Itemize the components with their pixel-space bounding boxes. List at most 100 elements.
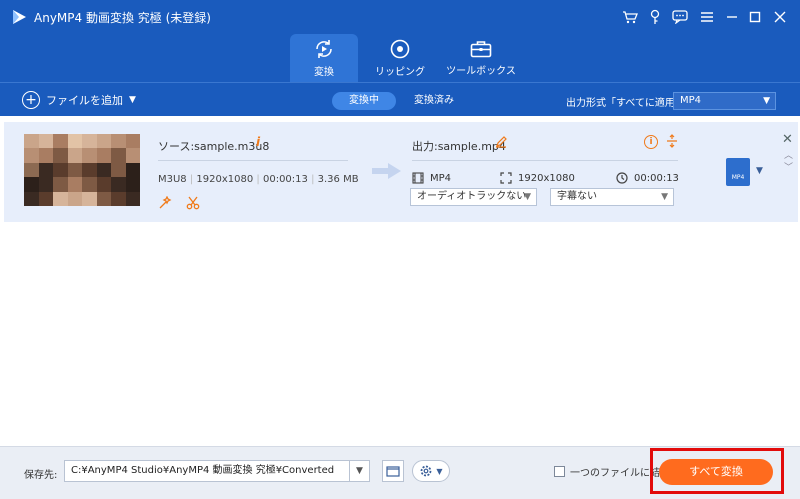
thumbnail-pixel [96,191,111,206]
maximize-icon[interactable] [745,7,765,27]
thumbnail-pixel [67,191,82,206]
thumbnail-pixel [38,177,53,192]
thumbnail-pixel [24,148,39,163]
edit-icon[interactable] [495,136,507,148]
thumbnail-pixel [24,162,39,178]
thumbnail-pixel [53,162,68,178]
thumbnail-pixel [125,177,140,192]
thumbnail-pixel [38,191,53,206]
chevron-down-icon[interactable]: ▼ [129,95,136,105]
output-format-label: 出力形式「すべてに適用」: [566,98,689,109]
thumbnail-pixel [111,134,126,149]
video-thumbnail[interactable] [24,134,140,206]
menu-icon[interactable] [697,7,717,27]
tab-converted[interactable]: 変換済み [404,92,464,110]
cart-icon[interactable] [620,7,640,27]
convert-all-button[interactable]: すべて変換 [659,459,773,485]
feedback-icon[interactable] [670,7,690,27]
minimize-icon[interactable] [722,7,742,27]
tab-convert-label: 変換 [314,66,334,78]
chevron-down-icon: ▼ [763,96,770,106]
toolbox-icon [470,40,492,57]
plus-icon: + [22,91,40,109]
tab-toolbox-label: ツールボックス [446,65,516,77]
edit-tools [158,196,200,210]
chevron-down-icon: ▼ [661,192,668,202]
divider [412,160,678,161]
divider: | [307,174,318,185]
window-title: AnyMP4 動画変換 究極 (未登録) [34,11,211,25]
thumbnail-pixel [96,162,111,178]
thumbnail-pixel [82,134,97,149]
app-header: AnyMP4 動画変換 究極 (未登録) 変換 リッピング ツールボックス + … [0,0,800,116]
thumbnail-pixel [96,177,111,192]
source-format: M3U8 [158,174,187,185]
thumbnail-pixel [125,134,140,149]
output-duration: 00:00:13 [616,172,679,184]
magic-wand-icon[interactable] [158,196,172,210]
thumbnail-pixel [82,191,97,206]
info-icon[interactable]: i [256,135,260,149]
thumbnail-pixel [67,148,82,163]
file-list: ソース:sample.m3u8 i M3U8 | 1920x1080 | 00:… [0,116,800,446]
output-format-select[interactable]: MP4 ▼ [673,92,776,110]
source-duration: 00:00:13 [262,174,308,185]
thumbnail-pixel [111,177,126,192]
save-location-label: 保存先: [24,470,58,481]
sort-icon[interactable] [666,134,678,148]
source-resolution: 1920x1080 [196,174,254,185]
clock-icon [616,172,628,184]
tab-convert[interactable]: 変換 [290,34,358,82]
info-circle-icon[interactable]: i [644,135,658,149]
source-meta: M3U8 | 1920x1080 | 00:00:13 | 3.36 MB [158,174,359,185]
key-icon[interactable] [645,7,665,27]
chevron-down-icon[interactable]: ▼ [349,461,369,481]
resize-icon [500,172,512,184]
gear-icon [421,465,432,477]
output-duration-text: 00:00:13 [634,172,679,184]
thumbnail-pixel [53,148,68,163]
tab-converting[interactable]: 変換中 [332,92,396,110]
close-icon[interactable] [770,7,790,27]
open-folder-button[interactable] [382,460,404,482]
scissors-icon[interactable] [186,196,200,210]
thumbnail-pixel [111,162,126,178]
thumbnail-pixel [38,148,53,163]
thumbnail-pixel [111,148,126,163]
thumbnail-pixel [24,191,39,206]
thumbnail-pixel [53,177,68,192]
format-badge-label: MP4 [731,174,745,181]
subtitle-select[interactable]: 字幕ない ▼ [550,188,674,206]
app-logo-icon [13,10,26,24]
tab-toolbox[interactable]: ツールボックス [442,34,520,82]
subtitle-value: 字幕ない [557,191,597,202]
thumbnail-pixel [24,134,39,149]
save-path-field[interactable]: C:¥AnyMP4 Studio¥AnyMP4 動画変換 究極¥Converte… [64,460,370,482]
source-name: ソース:sample.m3u8 [158,140,270,153]
bottom-bar: 保存先: C:¥AnyMP4 Studio¥AnyMP4 動画変換 究極¥Con… [0,446,800,499]
thumbnail-pixel [53,134,68,149]
checkbox-box[interactable] [554,466,565,477]
divider [158,160,348,161]
file-item: ソース:sample.m3u8 i M3U8 | 1920x1080 | 00:… [4,122,798,222]
output-resolution-text: 1920x1080 [518,172,575,184]
convert-highlight: すべて変換 [650,448,784,494]
thumbnail-pixel [125,162,140,178]
convert-icon [316,39,332,58]
output-format-text: MP4 [430,172,452,184]
audio-track-select[interactable]: オーディオトラックない ▼ [410,188,537,206]
thumbnail-pixel [125,148,140,163]
output-name: 出力:sample.mp4 [412,140,506,153]
format-badge[interactable]: MP4 [726,158,750,186]
output-format: MP4 [412,172,451,184]
tab-ripping[interactable]: リッピング [366,34,434,82]
audio-track-value: オーディオトラックない [417,191,527,202]
chevron-down-icon[interactable]: ﹀ [784,160,793,173]
chevron-down-icon[interactable]: ▼ [756,166,763,176]
output-format-value: MP4 [680,95,702,106]
add-file-button[interactable]: + ファイルを追加 ▼ [22,91,136,109]
thumbnail-pixel [53,191,68,206]
remove-file-icon[interactable]: ✕ [782,132,793,147]
settings-button[interactable]: ▼ [412,460,450,482]
arrow-right-icon [372,163,401,179]
